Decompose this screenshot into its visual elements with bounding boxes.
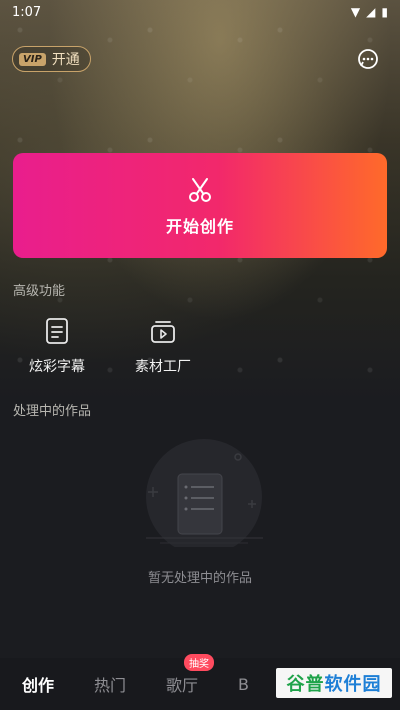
- message-icon[interactable]: [356, 47, 380, 71]
- feature-subtitle-label: 炫彩字幕: [29, 359, 85, 375]
- status-icons: ▼ ◢ ▮: [351, 5, 388, 19]
- signal-icon: ◢: [366, 5, 376, 19]
- tab-ktv[interactable]: 歌厅 抽奖: [166, 654, 215, 696]
- vip-label: 开通: [51, 52, 80, 68]
- wifi-icon: ▼: [350, 5, 361, 19]
- vip-badge: VIP: [19, 52, 46, 66]
- subtitle-icon: [46, 318, 68, 344]
- watermark-part1: 谷普: [286, 674, 325, 695]
- status-bar: 1:07 ▼ ◢ ▮: [0, 0, 400, 24]
- empty-state-text: 暂无处理中的作品: [147, 571, 252, 586]
- feature-material-label: 素材工厂: [135, 359, 191, 375]
- feature-subtitle[interactable]: 炫彩字幕: [17, 316, 97, 376]
- start-create-label: 开始创作: [165, 216, 234, 236]
- watermark-part2: 软件园: [324, 674, 382, 695]
- status-time: 1:07: [12, 4, 42, 20]
- battery-icon: ▮: [381, 5, 388, 19]
- tab-partial[interactable]: B: [238, 675, 249, 694]
- site-watermark: 谷普 软件园: [276, 668, 392, 698]
- material-icon: [151, 321, 175, 343]
- empty-document-icon: [146, 439, 263, 547]
- lottery-badge: 抽奖: [184, 654, 215, 671]
- feature-material[interactable]: 素材工厂: [123, 316, 203, 376]
- vip-open-button[interactable]: VIP 开通: [12, 46, 91, 72]
- processing-section-title: 处理中的作品: [13, 404, 92, 419]
- advanced-section-title: 高级功能: [13, 284, 66, 299]
- tab-ktv-label: 歌厅: [166, 676, 199, 695]
- scissors-icon: [189, 177, 211, 202]
- tab-create[interactable]: 创作: [22, 672, 54, 696]
- start-create-button[interactable]: 开始创作: [13, 153, 387, 258]
- tab-hot[interactable]: 热门: [94, 672, 126, 696]
